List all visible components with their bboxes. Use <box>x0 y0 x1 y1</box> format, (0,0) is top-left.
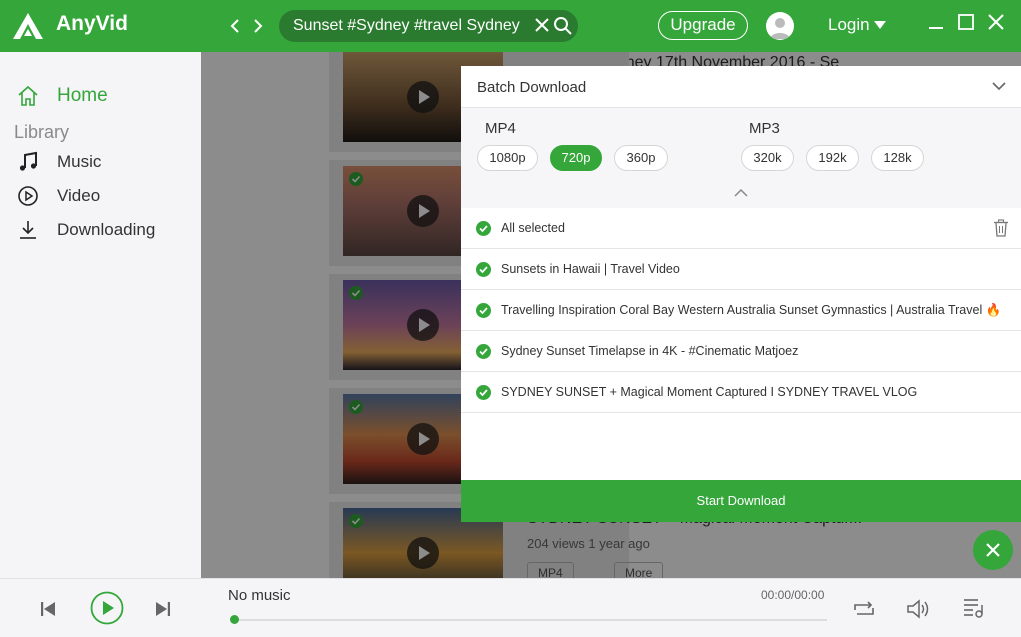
bitrate-320k-button[interactable]: 320k <box>741 145 794 171</box>
close-icon <box>986 543 1000 557</box>
bitrate-128k-button[interactable]: 128k <box>871 145 924 171</box>
sidebar-item-label: Music <box>57 152 102 171</box>
back-button[interactable] <box>227 16 243 36</box>
batch-download-panel: Batch Download MP4 MP3 1080p 720p 360p 3… <box>461 66 1021 522</box>
start-download-button[interactable]: Start Download <box>461 480 1021 522</box>
sidebar-item-label: Video <box>57 186 101 205</box>
panel-title: Batch Download <box>477 79 587 96</box>
item-title: Sunsets in Hawaii | Travel Video <box>501 262 680 276</box>
repeat-icon[interactable] <box>852 598 876 620</box>
upgrade-button[interactable]: Upgrade <box>658 11 748 40</box>
check-circle-icon[interactable] <box>476 262 491 277</box>
minimize-icon[interactable] <box>927 13 945 31</box>
video-icon <box>18 186 38 206</box>
item-title: Travelling Inspiration Coral Bay Western… <box>501 303 1002 317</box>
playlist-icon[interactable] <box>962 596 986 620</box>
login-dropdown[interactable]: Login <box>828 15 887 35</box>
caret-down-icon <box>874 21 887 29</box>
sidebar-item-video[interactable]: Video <box>16 184 100 208</box>
sidebar: Home Library Music Video Downloading <box>0 52 201 578</box>
home-icon <box>18 85 38 106</box>
chevron-down-icon[interactable] <box>991 80 1007 92</box>
playback-time: 00:00/00:00 <box>761 588 825 602</box>
next-icon[interactable] <box>154 600 172 618</box>
title-bar: AnyVid Sunset #Sydney #travel Sydney Upg… <box>0 0 1021 52</box>
download-icon <box>20 221 36 239</box>
trash-icon[interactable] <box>993 219 1009 237</box>
user-icon <box>770 18 790 39</box>
check-circle-icon[interactable] <box>476 221 491 236</box>
search-input[interactable]: Sunset #Sydney #travel Sydney <box>279 10 578 42</box>
list-item[interactable]: SYDNEY SUNSET + Magical Moment Captured … <box>461 372 1021 413</box>
sidebar-item-downloading[interactable]: Downloading <box>16 218 155 242</box>
previous-icon[interactable] <box>39 600 57 618</box>
avatar[interactable] <box>766 12 794 40</box>
app-name: AnyVid <box>56 12 128 35</box>
quality-1080p-button[interactable]: 1080p <box>477 145 538 171</box>
mp4-label: MP4 <box>485 120 516 137</box>
now-playing-title: No music <box>228 587 291 604</box>
select-all-row[interactable]: All selected <box>461 208 1021 249</box>
progress-handle[interactable] <box>230 615 239 624</box>
chevron-up-icon[interactable] <box>733 188 749 198</box>
sidebar-item-label: Home <box>57 85 108 106</box>
search-icon[interactable] <box>553 16 573 36</box>
bitrate-192k-button[interactable]: 192k <box>806 145 859 171</box>
close-batch-button[interactable] <box>973 530 1013 570</box>
quality-360p-button[interactable]: 360p <box>614 145 668 171</box>
clear-icon[interactable] <box>534 17 550 33</box>
close-icon[interactable] <box>987 13 1005 31</box>
check-circle-icon[interactable] <box>476 303 491 318</box>
list-item[interactable]: Sydney Sunset Timelapse in 4K - #Cinemat… <box>461 331 1021 372</box>
maximize-icon[interactable] <box>957 13 975 31</box>
chevron-right-icon <box>254 19 263 33</box>
login-label: Login <box>828 15 870 34</box>
forward-button[interactable] <box>250 16 266 36</box>
volume-icon[interactable] <box>906 598 932 620</box>
anyvid-logo-icon <box>13 13 43 39</box>
item-title: Sydney Sunset Timelapse in 4K - #Cinemat… <box>501 344 799 358</box>
mp3-label: MP3 <box>749 120 780 137</box>
check-circle-icon[interactable] <box>476 385 491 400</box>
list-item[interactable]: Sunsets in Hawaii | Travel Video <box>461 249 1021 290</box>
search-query: Sunset #Sydney #travel Sydney <box>293 17 520 34</box>
all-selected-label: All selected <box>501 221 565 235</box>
sidebar-item-music[interactable]: Music <box>16 150 101 174</box>
chevron-left-icon <box>230 19 239 33</box>
play-icon[interactable] <box>90 591 124 625</box>
list-item[interactable]: Travelling Inspiration Coral Bay Western… <box>461 290 1021 331</box>
progress-bar[interactable] <box>234 619 827 621</box>
quality-720p-button[interactable]: 720p <box>550 145 602 171</box>
item-title: SYDNEY SUNSET + Magical Moment Captured … <box>501 385 918 399</box>
panel-header[interactable]: Batch Download <box>461 66 1021 108</box>
music-note-icon <box>19 151 37 171</box>
sidebar-item-label: Downloading <box>57 220 156 239</box>
format-options: MP4 MP3 1080p 720p 360p 320k 192k 128k <box>461 108 1021 208</box>
sidebar-item-home[interactable]: Home <box>16 84 108 108</box>
player-bar: No music 00:00/00:00 <box>0 578 1021 637</box>
library-heading: Library <box>14 122 70 142</box>
check-circle-icon[interactable] <box>476 344 491 359</box>
